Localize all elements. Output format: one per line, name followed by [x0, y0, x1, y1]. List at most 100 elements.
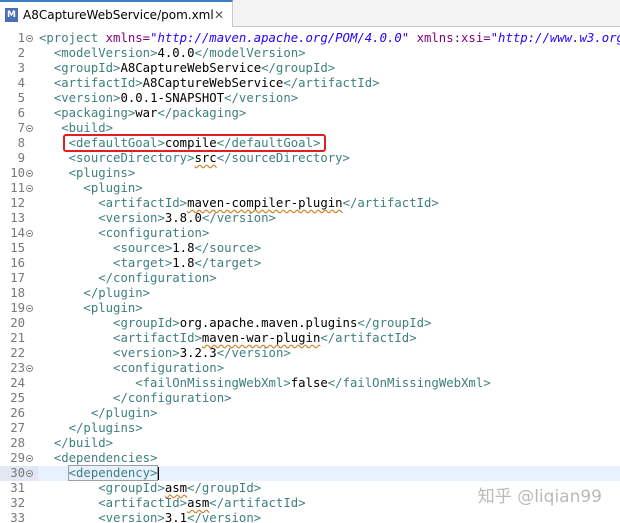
line-code: </build>	[39, 436, 113, 451]
xml-tag-token: <plugin>	[83, 301, 143, 315]
xml-tag-token: </version>	[201, 211, 276, 225]
fold-collapse-icon[interactable]	[26, 185, 33, 192]
xml-tag-token: <configuration>	[113, 361, 225, 375]
code-line[interactable]: 4 <artifactId>A8CaptureWebService</artif…	[0, 76, 620, 91]
code-line[interactable]: 25 </configuration>	[0, 391, 620, 406]
code-line[interactable]: 14 <configuration>	[0, 226, 620, 241]
xml-tag-token: <artifactId>	[98, 496, 188, 510]
spelling-warning-token: asm	[164, 481, 188, 495]
line-code: <configuration>	[39, 226, 209, 241]
code-line[interactable]: 1 <project xmlns="http://maven.apache.org…	[0, 31, 620, 46]
code-line[interactable]: 30 <dependency>	[0, 465, 620, 481]
xml-tag-token: </groupId>	[187, 481, 262, 495]
fold-collapse-icon[interactable]	[26, 470, 33, 477]
xml-tag-token: <dependencies>	[53, 451, 158, 465]
xml-tag-token: <artifactId>	[98, 196, 188, 210]
line-content: <version>3.8.0</version>	[98, 211, 276, 225]
code-line[interactable]: 28 </build>	[0, 436, 620, 451]
xml-tag-token: <dependency>	[67, 465, 159, 481]
xml-code-editor[interactable]: 1 <project xmlns="http://maven.apache.org…	[0, 27, 620, 523]
xml-tag-token: <source>	[113, 241, 173, 255]
code-line[interactable]: 22 <version>3.2.3</version>	[0, 346, 620, 361]
line-content: <plugin>	[83, 181, 142, 195]
line-number: 2	[17, 46, 25, 60]
code-line[interactable]: 17 </configuration>	[0, 271, 620, 286]
xml-tag-token: <modelVersion>	[53, 46, 158, 60]
code-line[interactable]: 21 <artifactId>maven-war-plugin</artifac…	[0, 331, 620, 346]
fold-collapse-icon[interactable]	[26, 365, 33, 372]
xml-text-token: war	[135, 106, 158, 120]
code-line[interactable]: 23 <configuration>	[0, 361, 620, 376]
line-number: 15	[10, 241, 25, 255]
line-number: 20	[10, 316, 25, 330]
fold-collapse-icon[interactable]	[26, 170, 33, 177]
close-icon[interactable]: ✕	[214, 8, 224, 22]
code-line[interactable]: 5 <version>0.0.1-SNAPSHOT</version>	[0, 91, 620, 106]
xml-tag-token: <version>	[98, 211, 165, 225]
fold-collapse-icon[interactable]	[26, 455, 33, 462]
line-code: </plugin>	[39, 286, 150, 301]
code-line[interactable]: 13 <version>3.8.0</version>	[0, 211, 620, 226]
line-code: <configuration>	[39, 361, 224, 376]
line-code: <failOnMissingWebXml>false</failOnMissin…	[39, 376, 490, 391]
line-number: 32	[10, 496, 25, 510]
line-content: </plugins>	[69, 421, 143, 435]
line-content: <configuration>	[98, 226, 209, 240]
line-content: <target>1.8</target>	[113, 256, 261, 270]
xml-tag-token: <plugin>	[83, 181, 143, 195]
code-line[interactable]: 10 <plugins>	[0, 166, 620, 181]
line-number: 31	[10, 481, 25, 495]
line-number: 23	[10, 361, 25, 375]
line-number: 12	[10, 196, 25, 210]
xml-tag-token: <artifactId>	[53, 76, 143, 90]
xml-tag-token: </packaging>	[157, 106, 247, 120]
code-line[interactable]: 2 <modelVersion>4.0.0</modelVersion>	[0, 46, 620, 61]
line-code: <source>1.8</source>	[39, 241, 261, 256]
code-line[interactable]: 18 </plugin>	[0, 286, 620, 301]
xml-tag-token: <artifactId>	[113, 331, 202, 345]
code-line[interactable]: 27 </plugins>	[0, 421, 620, 436]
line-code: <groupId>asm</groupId>	[39, 481, 261, 496]
line-number: 28	[10, 436, 25, 450]
line-number: 17	[10, 271, 25, 285]
line-content: <sourceDirectory>src</sourceDirectory>	[69, 151, 350, 165]
code-line[interactable]: 24 <failOnMissingWebXml>false</failOnMis…	[0, 376, 620, 391]
code-line[interactable]: 15 <source>1.8</source>	[0, 241, 620, 256]
code-line[interactable]: 16 <target>1.8</target>	[0, 256, 620, 271]
line-content: <groupId>org.apache.maven.plugins</group…	[113, 316, 431, 330]
tab-pom-xml[interactable]: M A8CaptureWebService/pom.xml ✕	[0, 0, 233, 27]
line-code: <artifactId>asm</artifactId>	[39, 496, 305, 511]
code-line[interactable]: 3 <groupId>A8CaptureWebService</groupId>	[0, 61, 620, 76]
xml-tag-token: </target>	[194, 256, 262, 270]
code-line[interactable]: 29 <dependencies>	[0, 451, 620, 466]
fold-collapse-icon[interactable]	[26, 125, 33, 132]
line-content: <version>3.2.3</version>	[113, 346, 291, 360]
code-line[interactable]: 19 <plugin>	[0, 301, 620, 316]
line-content: <modelVersion>4.0.0</modelVersion>	[54, 46, 306, 60]
line-number: 5	[17, 91, 25, 105]
code-line[interactable]: 20 <groupId>org.apache.maven.plugins</gr…	[0, 316, 620, 331]
line-number: 22	[10, 346, 25, 360]
line-content: <groupId>asm</groupId>	[98, 481, 261, 495]
xml-tag-token: </build>	[53, 436, 114, 450]
code-line[interactable]: 6 <packaging>war</packaging>	[0, 106, 620, 121]
line-code: <sourceDirectory>src</sourceDirectory>	[39, 151, 350, 166]
xml-tag-token: <plugins>	[68, 166, 136, 180]
line-code: <packaging>war</packaging>	[39, 106, 247, 121]
xml-tag-token: </sourceDirectory>	[216, 151, 350, 165]
line-number: 9	[17, 151, 25, 165]
code-line[interactable]: 26 </plugin>	[0, 406, 620, 421]
code-line[interactable]: 33 <version>3.1</version>	[0, 511, 620, 523]
line-content: <artifactId>maven-war-plugin</artifactId…	[113, 331, 417, 345]
text-caret	[158, 467, 160, 480]
xml-tag-token: </version>	[216, 346, 291, 360]
line-content: <groupId>A8CaptureWebService</groupId>	[54, 61, 335, 75]
line-code: <version>3.1</version>	[39, 511, 261, 523]
fold-collapse-icon[interactable]	[26, 230, 33, 237]
fold-collapse-icon[interactable]	[26, 305, 33, 312]
code-line[interactable]: 9 <sourceDirectory>src</sourceDirectory>	[0, 151, 620, 166]
fold-collapse-icon[interactable]	[26, 35, 33, 42]
line-content: <plugin>	[83, 301, 142, 315]
code-line[interactable]: 12 <artifactId>maven-compiler-plugin</ar…	[0, 196, 620, 211]
code-line[interactable]: 11 <plugin>	[0, 181, 620, 196]
